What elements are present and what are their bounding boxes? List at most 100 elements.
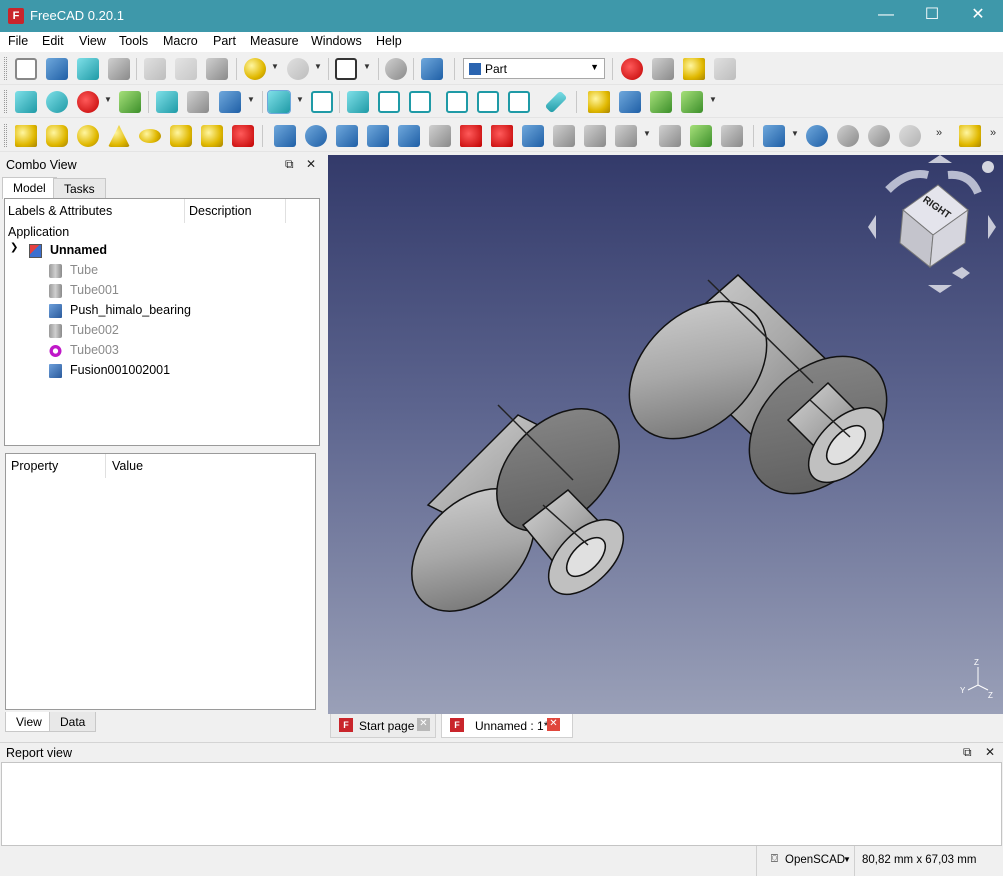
cone-icon[interactable] [108, 125, 130, 147]
link-actions-icon[interactable] [681, 91, 703, 113]
extrude-icon[interactable] [274, 125, 296, 147]
minimize-button[interactable]: — [863, 0, 909, 32]
report-view-output[interactable] [1, 762, 1002, 846]
save-as-icon[interactable] [108, 58, 130, 80]
property-view[interactable]: Property Value [5, 453, 316, 710]
section-icon[interactable] [553, 125, 575, 147]
draw-style-icon[interactable] [77, 91, 99, 113]
chamfer-icon[interactable] [398, 125, 420, 147]
menu-part[interactable]: Part [213, 34, 236, 48]
refresh-dropdown-icon[interactable]: ▼ [363, 62, 371, 71]
top-view-icon[interactable] [378, 91, 400, 113]
common-icon[interactable] [899, 125, 921, 147]
chevron-down-icon[interactable]: ❯ [10, 242, 18, 253]
tree-item[interactable]: Tube002 [5, 321, 319, 341]
new-document-icon[interactable] [15, 58, 37, 80]
record-macro-icon[interactable] [621, 58, 643, 80]
forward-arrow-icon[interactable] [187, 91, 209, 113]
tube-icon[interactable] [170, 125, 192, 147]
primitives-icon[interactable] [201, 125, 223, 147]
arrow-up-icon[interactable] [928, 155, 952, 163]
fit-selection-icon[interactable] [46, 91, 68, 113]
property-column-name[interactable]: Property [6, 454, 106, 478]
tab-unnamed[interactable]: F Unnamed : 1* ✕ [441, 714, 573, 738]
right-view-icon[interactable] [409, 91, 431, 113]
sync-dropdown-icon[interactable]: ▼ [247, 95, 255, 104]
navcube-menu-icon[interactable] [982, 161, 994, 173]
model-tree[interactable]: Labels & Attributes Description Applicat… [4, 198, 320, 446]
ruled-surface-icon[interactable] [460, 125, 482, 147]
tree-column-labels[interactable]: Labels & Attributes [5, 199, 185, 223]
bottom-view-icon[interactable] [477, 91, 499, 113]
navigation-style-selector[interactable]: ⌼ OpenSCAD ▼ [756, 846, 854, 876]
offset-icon[interactable] [615, 125, 637, 147]
menu-file[interactable]: File [8, 34, 28, 48]
fit-all-icon[interactable] [15, 91, 37, 113]
toolbar-grip[interactable] [4, 90, 7, 113]
undo-icon[interactable] [244, 58, 266, 80]
link-dropdown-icon[interactable]: ▼ [709, 95, 717, 104]
navigation-cube[interactable]: RIGHT [868, 155, 996, 293]
tab-start-page[interactable]: F Start page ✕ [330, 714, 436, 738]
shape-builder-icon[interactable] [232, 125, 254, 147]
fit-cube-icon[interactable] [311, 91, 333, 113]
tree-document-row[interactable]: ❯ Unnamed [5, 241, 319, 261]
measure-tool-icon[interactable] [959, 125, 981, 147]
redo-dropdown-icon[interactable]: ▼ [314, 62, 322, 71]
tab-view[interactable]: View [5, 712, 53, 732]
left-view-icon[interactable] [508, 91, 530, 113]
std-view-dropdown-icon[interactable]: ▼ [296, 95, 304, 104]
tab-tasks[interactable]: Tasks [53, 178, 106, 198]
cut-icon[interactable] [144, 58, 166, 80]
bounding-box-icon[interactable] [119, 91, 141, 113]
menu-tools[interactable]: Tools [119, 34, 148, 48]
3d-scene[interactable]: RIGHT Z Y Z [328, 155, 1003, 714]
open-folder-icon[interactable] [46, 58, 68, 80]
close-panel-icon[interactable]: ✕ [306, 157, 316, 171]
menu-measure[interactable]: Measure [250, 34, 299, 48]
measure-ruler-icon[interactable] [544, 90, 568, 114]
tree-item[interactable]: Tube001 [5, 281, 319, 301]
compound-icon[interactable] [763, 125, 785, 147]
tree-column-description[interactable]: Description [186, 199, 286, 223]
isometric-view-icon[interactable] [267, 90, 291, 114]
undo-dropdown-icon[interactable]: ▼ [271, 62, 279, 71]
toolbar-overflow-icon[interactable]: » [936, 127, 942, 139]
back-arrow-icon[interactable] [156, 91, 178, 113]
color-per-face-icon[interactable] [721, 125, 743, 147]
menu-macro[interactable]: Macro [163, 34, 198, 48]
torus-icon[interactable] [139, 129, 161, 143]
3d-viewport[interactable]: RIGHT Z Y Z [328, 155, 1003, 714]
rear-view-icon[interactable] [446, 91, 468, 113]
stop-macro-icon[interactable] [652, 58, 674, 80]
toolbar-grip[interactable] [4, 57, 7, 80]
loft-icon[interactable] [491, 125, 513, 147]
create-part-icon[interactable] [588, 91, 610, 113]
maximize-button[interactable]: ☐ [909, 0, 955, 32]
close-button[interactable]: ✕ [955, 0, 1001, 32]
undock-icon[interactable]: ⧉ [963, 745, 972, 760]
create-group-icon[interactable] [619, 91, 641, 113]
tree-item[interactable]: Push_himalo_bearing [5, 301, 319, 321]
draw-style-dropdown-icon[interactable]: ▼ [104, 95, 112, 104]
compound-dropdown-icon[interactable]: ▼ [791, 129, 799, 138]
fuse-icon[interactable] [868, 125, 890, 147]
rotate-right-icon[interactable] [947, 170, 982, 195]
undock-icon[interactable]: ⧉ [285, 157, 294, 172]
boolean-icon[interactable] [806, 125, 828, 147]
arrow-down-icon[interactable] [928, 285, 952, 293]
thickness-icon[interactable] [659, 125, 681, 147]
close-panel-icon[interactable]: ✕ [985, 745, 995, 759]
property-column-value[interactable]: Value [107, 454, 315, 478]
close-tab-icon[interactable]: ✕ [547, 718, 560, 731]
make-face-icon[interactable] [429, 125, 451, 147]
paste-icon[interactable] [206, 58, 228, 80]
fusion-part-right[interactable] [603, 273, 914, 521]
mirror-icon[interactable] [336, 125, 358, 147]
toolbar-grip[interactable] [4, 124, 7, 147]
copy-icon[interactable] [175, 58, 197, 80]
menu-edit[interactable]: Edit [42, 34, 64, 48]
cross-sections-icon[interactable] [584, 125, 606, 147]
menu-view[interactable]: View [79, 34, 106, 48]
edit-macro-icon[interactable] [683, 58, 705, 80]
